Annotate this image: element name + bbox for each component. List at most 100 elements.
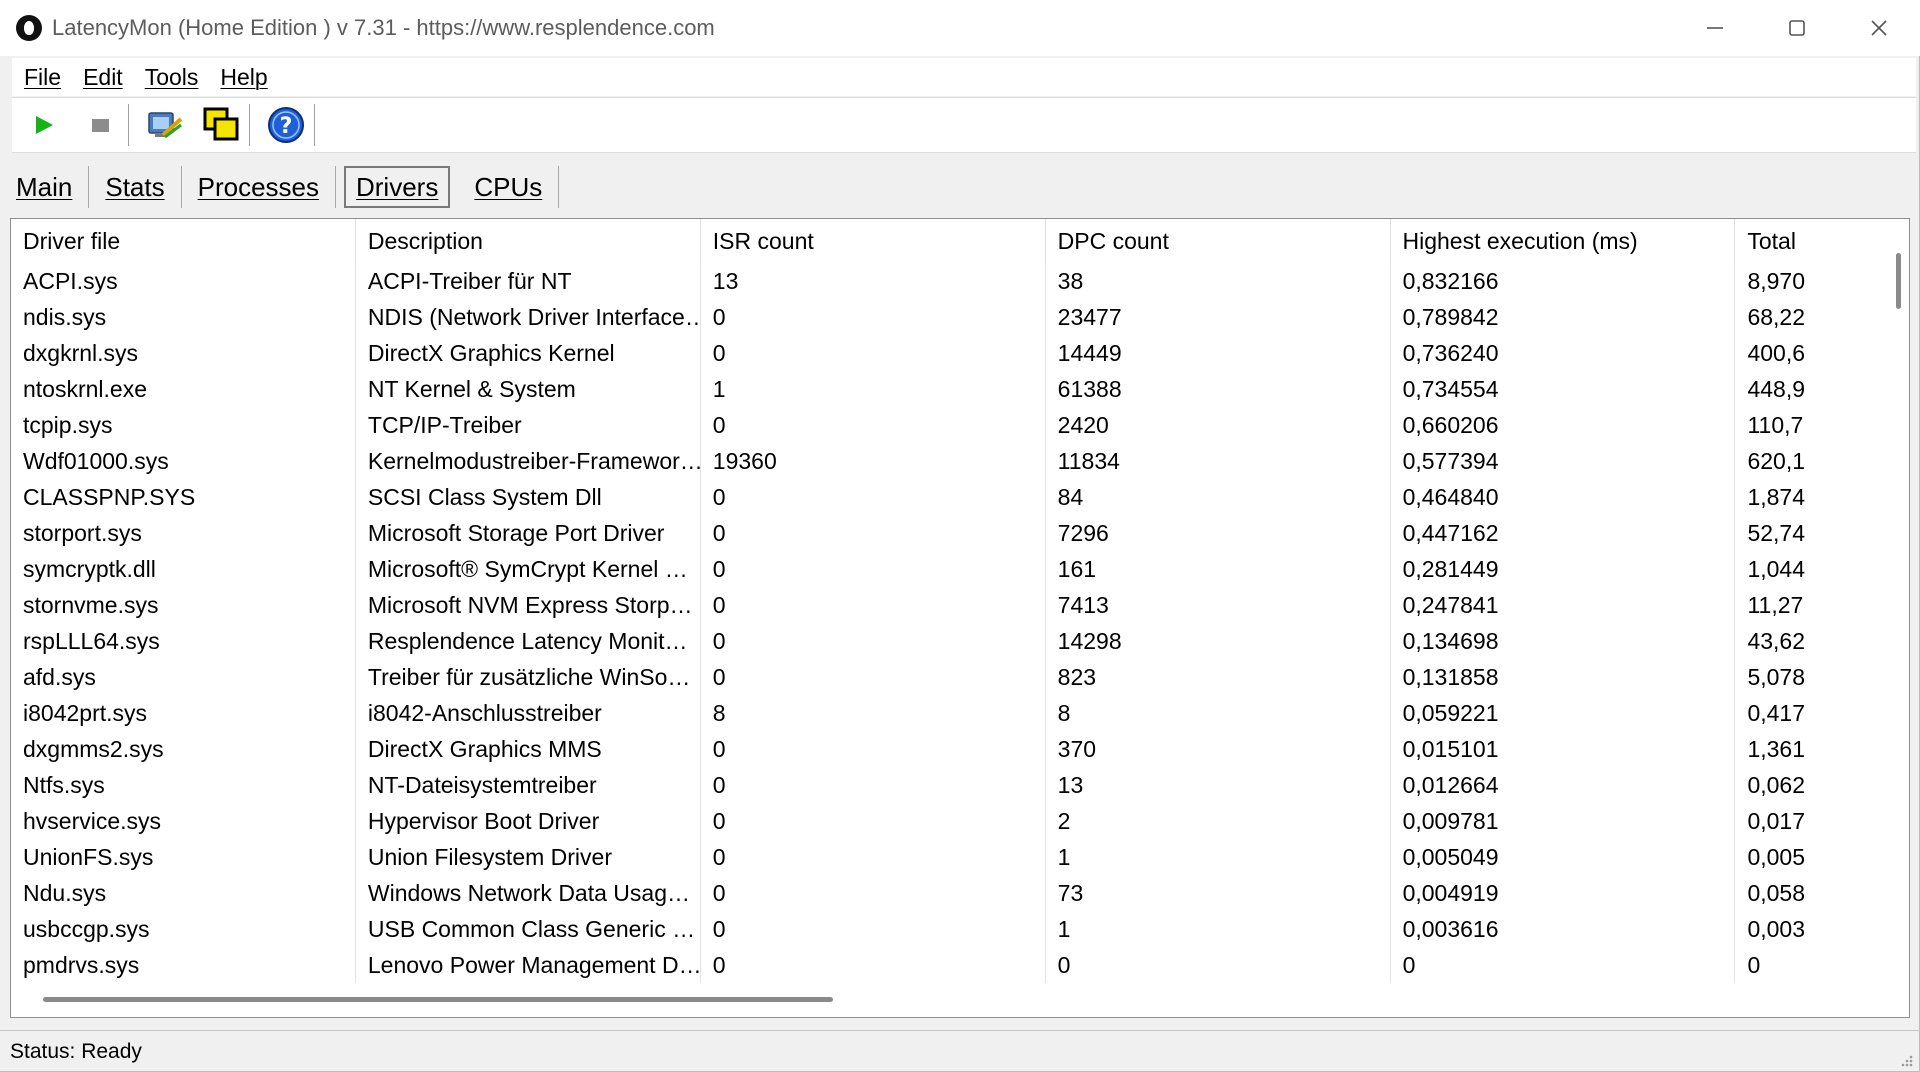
table-row[interactable]: ntoskrnl.exe NT Kernel & System 1 61388 0,73… bbox=[11, 371, 1889, 407]
driver-file-cell: ACPI.sys bbox=[11, 263, 356, 299]
description-cell: USB Common Class Generic … bbox=[356, 911, 701, 947]
toolbar: ? bbox=[12, 97, 1916, 153]
tab-processes[interactable]: Processes bbox=[182, 166, 336, 208]
isr-count-cell: 0 bbox=[701, 767, 1046, 803]
total-cell: 400,6 bbox=[1747, 339, 1806, 366]
isr-count-cell: 0 bbox=[701, 299, 1046, 335]
menu-file[interactable]: File bbox=[24, 64, 61, 91]
driver-file-cell: afd.sys bbox=[11, 659, 356, 695]
help-button[interactable]: ? bbox=[262, 101, 310, 149]
resize-grip-icon[interactable] bbox=[1898, 1052, 1914, 1068]
table-row[interactable]: UnionFS.sys Union Filesystem Driver 0 1 0,00… bbox=[11, 839, 1889, 875]
isr-count-cell: 0 bbox=[701, 731, 1046, 767]
start-button[interactable] bbox=[20, 101, 68, 149]
window-controls bbox=[1674, 0, 1920, 56]
tab-cpus[interactable]: CPUs bbox=[458, 166, 560, 208]
minimize-button[interactable] bbox=[1674, 0, 1756, 56]
table-row[interactable]: dxgkrnl.sys DirectX Graphics Kernel 0 14449… bbox=[11, 335, 1889, 371]
description-cell: Treiber für zusätzliche WinSo… bbox=[356, 659, 701, 695]
horizontal-scrollbar-thumb[interactable] bbox=[43, 997, 833, 1002]
isr-count-cell: 0 bbox=[701, 659, 1046, 695]
column-header-driver-file[interactable]: Driver file bbox=[11, 219, 356, 263]
close-button[interactable] bbox=[1838, 0, 1920, 56]
description-cell: Lenovo Power Management D… bbox=[356, 947, 701, 983]
dpc-count-cell: 2 bbox=[1046, 803, 1391, 839]
column-header-dpc-count[interactable]: DPC count bbox=[1046, 219, 1391, 263]
highest-execution-cell: 0,009781 bbox=[1391, 803, 1736, 839]
menu-tools[interactable]: Tools bbox=[145, 64, 199, 91]
stop-button[interactable] bbox=[76, 101, 124, 149]
tab-processes-label: Processes bbox=[197, 171, 319, 202]
menu-edit[interactable]: Edit bbox=[83, 64, 123, 91]
table-row[interactable]: tcpip.sys TCP/IP-Treiber 0 2420 0,660206 110,… bbox=[11, 407, 1889, 443]
description-cell: TCP/IP-Treiber bbox=[356, 407, 701, 443]
table-row[interactable]: dxgmms2.sys DirectX Graphics MMS 0 370 0,015… bbox=[11, 731, 1889, 767]
highest-execution-cell: 0,131858 bbox=[1391, 659, 1736, 695]
menu-help[interactable]: Help bbox=[220, 64, 267, 91]
tab-drivers[interactable]: Drivers bbox=[344, 166, 451, 208]
horizontal-scrollbar[interactable] bbox=[11, 983, 1909, 1017]
table-row[interactable]: rspLLL64.sys Resplendence Latency Monit… 0… bbox=[11, 623, 1889, 659]
table-row[interactable]: afd.sys Treiber für zusätzliche WinSo… 0 82… bbox=[11, 659, 1889, 695]
analyze-icon bbox=[148, 112, 183, 139]
svg-text:?: ? bbox=[280, 114, 293, 139]
analyze-button[interactable] bbox=[141, 101, 189, 149]
drivers-table[interactable]: Driver file Description ISR count DPC co… bbox=[11, 219, 1889, 984]
table-row[interactable]: ACPI.sys ACPI-Treiber für NT 13 38 0,832166 8… bbox=[11, 263, 1889, 299]
highest-execution-cell: 0,734554 bbox=[1391, 371, 1736, 407]
table-row[interactable]: Ntfs.sys NT-Dateisystemtreiber 0 13 0,012664… bbox=[11, 767, 1889, 803]
total-cell: 0 bbox=[1747, 951, 1761, 978]
description-cell: Hypervisor Boot Driver bbox=[356, 803, 701, 839]
total-cell: 5,078 bbox=[1747, 663, 1806, 690]
table-row[interactable]: ndis.sys NDIS (Network Driver Interface… 0… bbox=[11, 299, 1889, 335]
column-header-total[interactable]: Total bbox=[1735, 219, 1889, 263]
dpc-count-cell: 11834 bbox=[1046, 443, 1391, 479]
table-row[interactable]: CLASSPNP.SYS SCSI Class System Dll 0 84 0,46… bbox=[11, 479, 1889, 515]
isr-count-cell: 0 bbox=[701, 587, 1046, 623]
vertical-scrollbar[interactable] bbox=[1887, 219, 1909, 984]
tab-stats[interactable]: Stats bbox=[89, 166, 182, 208]
description-cell: SCSI Class System Dll bbox=[356, 479, 701, 515]
description-cell: Kernelmodustreiber-Framewor… bbox=[356, 443, 701, 479]
total-cell: 0,003 bbox=[1747, 915, 1806, 942]
highest-execution-cell: 0,660206 bbox=[1391, 407, 1736, 443]
tab-main[interactable]: Main bbox=[0, 166, 90, 208]
title-bar[interactable]: LatencyMon (Home Edition ) v 7.31 - http… bbox=[0, 0, 1920, 56]
column-header-description[interactable]: Description bbox=[356, 219, 701, 263]
tab-stats-label: Stats bbox=[105, 171, 165, 202]
maximize-icon bbox=[1789, 20, 1805, 36]
highest-execution-cell: 0,134698 bbox=[1391, 623, 1736, 659]
table-row[interactable]: Wdf01000.sys Kernelmodustreiber-Framewor…… bbox=[11, 443, 1889, 479]
dpc-count-cell: 823 bbox=[1046, 659, 1391, 695]
dpc-count-cell: 2420 bbox=[1046, 407, 1391, 443]
isr-count-cell: 0 bbox=[701, 875, 1046, 911]
table-row[interactable]: i8042prt.sys i8042-Anschlusstreiber 8 8 0,05… bbox=[11, 695, 1889, 731]
table-row[interactable]: hvservice.sys Hypervisor Boot Driver 0 2 0,0… bbox=[11, 803, 1889, 839]
column-header-highest-execution[interactable]: Highest execution (ms) bbox=[1391, 219, 1736, 263]
table-row[interactable]: stornvme.sys Microsoft NVM Express Storp…… bbox=[11, 587, 1889, 623]
highest-execution-cell: 0,003616 bbox=[1391, 911, 1736, 947]
vertical-scrollbar-thumb[interactable] bbox=[1896, 253, 1901, 309]
highest-execution-cell: 0,012664 bbox=[1391, 767, 1736, 803]
highest-execution-cell: 0,059221 bbox=[1391, 695, 1736, 731]
highest-execution-cell: 0,015101 bbox=[1391, 731, 1736, 767]
column-header-isr-count[interactable]: ISR count bbox=[701, 219, 1046, 263]
table-row[interactable]: usbccgp.sys USB Common Class Generic … 0 1 0… bbox=[11, 911, 1889, 947]
driver-file-cell: pmdrvs.sys bbox=[11, 947, 356, 983]
dpc-count-cell: 1 bbox=[1046, 911, 1391, 947]
table-row[interactable]: symcryptk.dll Microsoft® SymCrypt Kernel … bbox=[11, 551, 1889, 587]
dpc-count-cell: 84 bbox=[1046, 479, 1391, 515]
isr-count-cell: 0 bbox=[701, 407, 1046, 443]
isr-count-cell: 0 bbox=[701, 335, 1046, 371]
tab-main-label: Main bbox=[16, 171, 73, 202]
total-cell: 0,005 bbox=[1747, 843, 1806, 870]
highest-execution-cell: 0,005049 bbox=[1391, 839, 1736, 875]
tab-bar: Main Stats Processes Drivers CPUs bbox=[0, 160, 1920, 208]
table-row[interactable]: pmdrvs.sys Lenovo Power Management D… 0 0 0 0 bbox=[11, 947, 1889, 983]
isr-count-cell: 0 bbox=[701, 551, 1046, 587]
description-cell: ACPI-Treiber für NT bbox=[356, 263, 701, 299]
windows-button[interactable] bbox=[197, 101, 245, 149]
table-row[interactable]: Ndu.sys Windows Network Data Usag… 0 73 0,00… bbox=[11, 875, 1889, 911]
table-row[interactable]: storport.sys Microsoft Storage Port Drive… bbox=[11, 515, 1889, 551]
maximize-button[interactable] bbox=[1756, 0, 1838, 56]
